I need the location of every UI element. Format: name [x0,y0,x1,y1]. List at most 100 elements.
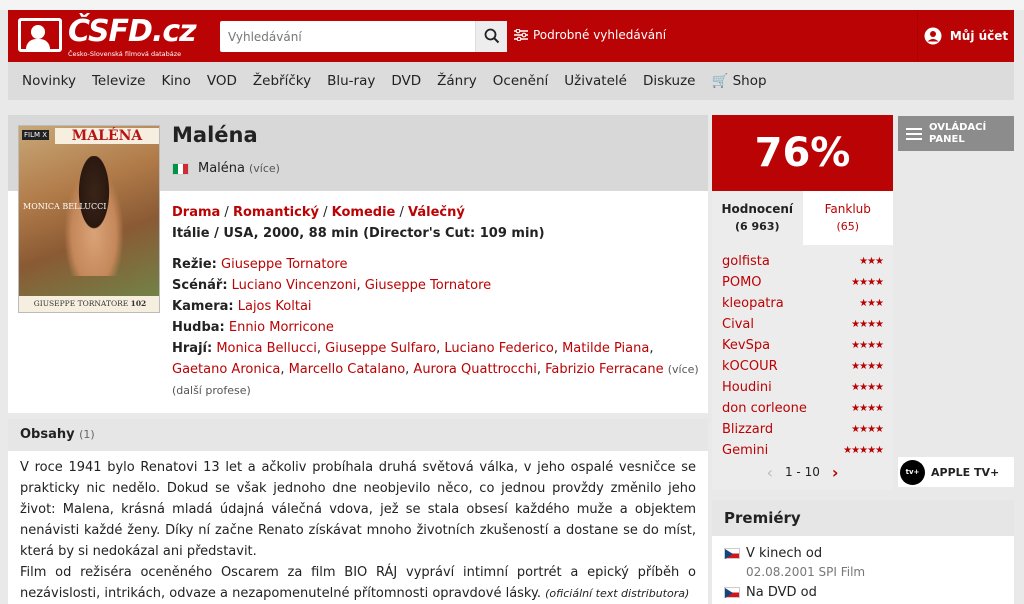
search-input[interactable] [220,21,468,52]
chevron-right-icon[interactable]: › [832,463,839,482]
user-link[interactable]: Houdini [722,380,772,395]
nav-oceneni[interactable]: Ocenění [493,73,549,89]
apple-tv-link[interactable]: tv+ APPLE TV+ [898,457,1014,487]
premiere-dvd-label: Na DVD od [746,585,817,600]
person-link[interactable]: Marcello Catalano [289,362,406,377]
cart-icon: 🛒 [711,73,729,89]
user-link[interactable]: POMO [722,275,762,290]
tab-fanclub-count: (65) [836,220,860,233]
nav-vod[interactable]: VOD [207,73,237,89]
nav-kino[interactable]: Kino [161,73,190,89]
list-item: don corleone ★★★★ [722,398,884,419]
stars-icon: ★★★★ [851,340,884,351]
genre-link[interactable]: Komedie [332,205,396,220]
chevron-left-icon[interactable]: ‹ [767,463,773,482]
creators-hraji: Hrají: Monica Bellucci, Giuseppe Sulfaro… [172,341,699,377]
logo-subtitle: Česko-Slovenská filmová databáze [68,50,182,58]
user-ratings-list: golfista ★★★ POMO ★★★★ kleopatra ★★★ Cival ★… [712,245,893,458]
advanced-search-link[interactable]: Podrobné vyhledávání [514,28,666,42]
user-link[interactable]: golfista [722,254,770,269]
person-link[interactable]: Giuseppe Sulfaro [325,341,436,356]
person-link[interactable]: Gaetano Aronica [172,362,280,377]
poster-title: MALÉNA [55,128,159,144]
csfd-logo[interactable]: ČSFD.cz Česko-Slovenská filmová databáze [18,14,197,58]
account-button[interactable]: Můj účet [917,10,1014,62]
person-link[interactable]: Lajos Koltai [238,299,312,314]
user-link[interactable]: Blizzard [722,422,773,437]
italy-flag-icon [172,162,189,175]
more-actors-link[interactable]: (více) [668,363,699,376]
list-item: kleopatra ★★★ [722,293,884,314]
other-professions-link[interactable]: (další profese) [172,384,251,397]
stars-icon: ★★★ [859,256,884,267]
list-item: Cival ★★★★ [722,314,884,335]
stars-icon: ★★★★ [851,382,884,393]
tab-fanclub[interactable]: Fanklub (65) [803,191,894,245]
genre-link[interactable]: Válečný [408,205,465,220]
film-panel: FILM X MALÉNA MONICA BELLUCCI GIUSEPPE T… [8,115,708,413]
nav-uzivatele[interactable]: Uživatelé [564,73,627,89]
search-button[interactable] [475,21,507,52]
nav-zanry[interactable]: Žánry [437,73,477,89]
list-item: kOCOUR ★★★★ [722,356,884,377]
stars-icon: ★★★★ [851,319,884,330]
nav-shop[interactable]: 🛒 Shop [711,73,766,89]
tab-ratings[interactable]: Hodnocení (6 963) [712,191,803,245]
user-icon [924,27,942,45]
genre-link[interactable]: Drama [172,205,220,220]
person-link[interactable]: Ennio Morricone [229,320,334,335]
creators-hudba: Hudba: Ennio Morricone [172,317,702,338]
person-link[interactable]: Aurora Quattrocchi [413,362,536,377]
nav-bluray[interactable]: Blu-ray [327,73,375,89]
film-origin: Itálie / USA, 2000, 88 min (Director's C… [172,226,545,241]
premieres-title: Premiéry [712,500,1014,536]
poster-brand: FILM X [22,130,50,140]
plot-source: (oficiální text distributora) [545,587,690,600]
top-strip [0,0,1024,10]
creators-kamera: Kamera: Lajos Koltai [172,296,702,317]
more-titles-link[interactable]: (více) [249,162,280,175]
poster-number: 102 [130,299,147,308]
user-link[interactable]: KevSpa [722,338,770,353]
person-link[interactable]: Giuseppe Tornatore [365,278,491,293]
user-link[interactable]: Cival [722,317,754,332]
person-link[interactable]: Luciano Federico [444,341,553,356]
premiere-dvd: Na DVD od [712,579,1014,600]
person-link[interactable]: Luciano Vincenzoni [232,278,357,293]
scenar-label: Scénář: [172,278,228,293]
plot-header: Obsahy (1) [8,419,708,451]
person-link[interactable]: Monica Bellucci [216,341,317,356]
user-link[interactable]: kOCOUR [722,359,778,374]
nav-dvd[interactable]: DVD [391,73,421,89]
genre-link[interactable]: Romantický [233,205,319,220]
person-link[interactable]: Matilde Piana [562,341,649,356]
main-nav: Novinky Televize Kino VOD Žebříčky Blu-r… [8,62,1014,100]
logo-text: ČSFD.cz [68,14,197,49]
premiere-cinema-label: V kinech od [746,546,823,561]
user-link[interactable]: kleopatra [722,296,784,311]
list-item: Houdini ★★★★ [722,377,884,398]
creators-scenar: Scénář: Luciano Vincenzoni, Giuseppe Tor… [172,278,492,293]
stars-icon: ★★★★ [851,424,884,435]
control-panel-button[interactable]: OVLÁDACÍ PANEL [898,116,1014,151]
person-link[interactable]: Giuseppe Tornatore [221,257,347,272]
czech-flag-icon [724,548,740,559]
hudba-label: Hudba: [172,320,225,335]
rating-panel: 76% Hodnocení (6 963) Fanklub (65) golfist… [712,115,893,490]
person-link[interactable]: Fabrizio Ferracane [545,362,664,377]
nav-diskuze[interactable]: Diskuze [643,73,696,89]
search-icon [484,28,500,44]
creators: Režie: Giuseppe Tornatore Scénář: Lucian… [172,254,702,401]
czech-flag-icon [724,587,740,598]
nav-novinky[interactable]: Novinky [22,73,76,89]
film-poster[interactable]: FILM X MALÉNA MONICA BELLUCCI GIUSEPPE T… [18,125,160,313]
plot-paragraph-2: Film od režiséra oceněného Oscarem za fi… [20,562,696,604]
apple-tv-icon: tv+ [900,459,925,485]
user-link[interactable]: Gemini [722,443,768,458]
tab-fanclub-label: Fanklub [824,202,871,216]
nav-zebricky[interactable]: Žebříčky [253,73,311,89]
user-link[interactable]: don corleone [722,401,807,416]
nav-shop-label: Shop [732,73,767,89]
nav-televize[interactable]: Televize [92,73,145,89]
rating-percent: 76% [712,115,893,191]
